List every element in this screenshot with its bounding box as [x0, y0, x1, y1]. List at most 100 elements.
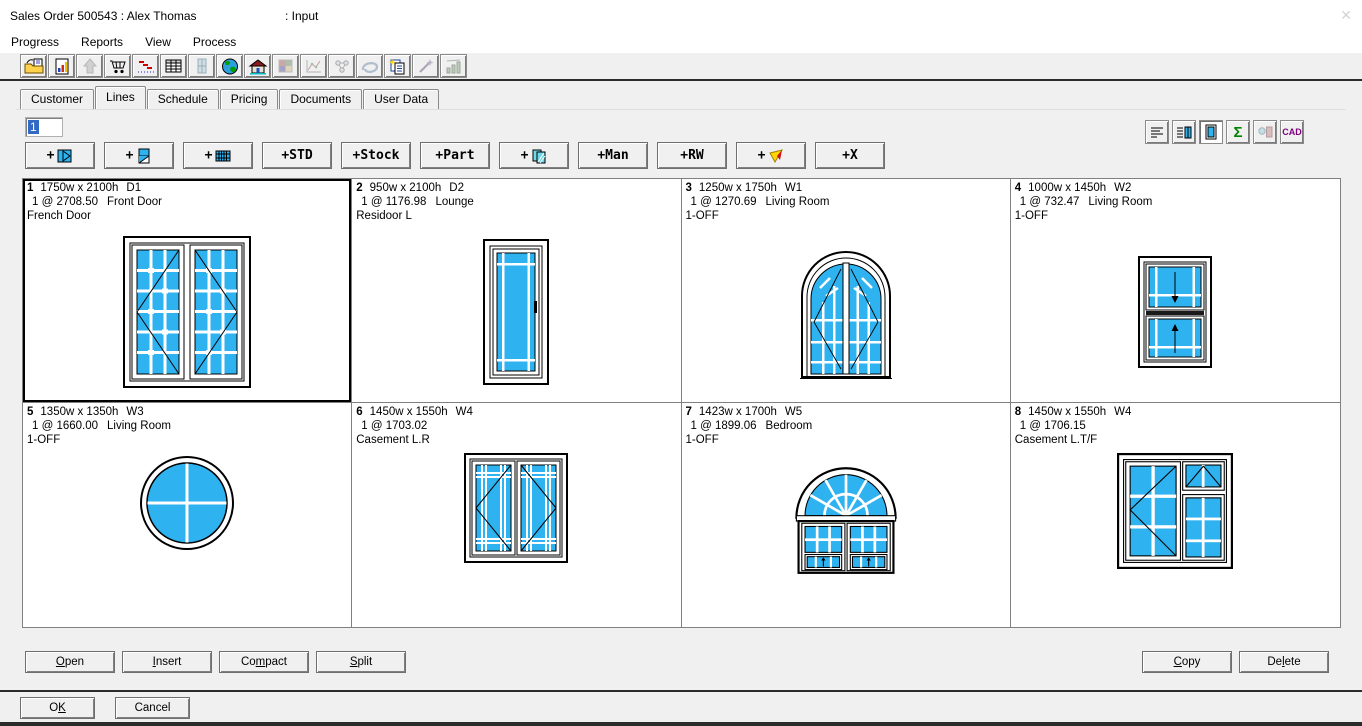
add-grille-button[interactable]: +: [183, 142, 253, 169]
line-cell-5[interactable]: 51350w x 1350hW3 1 @ 1660.00Living Room …: [23, 403, 352, 627]
shopping-cart-icon: [108, 58, 128, 75]
sum-sigma-button[interactable]: Σ: [1226, 120, 1250, 144]
list-with-preview-icon: [1175, 123, 1193, 141]
sigma-icon: Σ: [1233, 124, 1242, 141]
copy-document-button[interactable]: [384, 54, 411, 78]
line-cell-7[interactable]: 71423w x 1700hW5 1 @ 1899.06Bedroom 1-OF…: [682, 403, 1011, 627]
preview-only-icon: [1202, 123, 1220, 141]
menu-reports[interactable]: Reports: [70, 32, 134, 52]
insert-button[interactable]: Insert: [122, 651, 212, 673]
line-qty-price: 1 @ 732.47: [1020, 196, 1080, 208]
tab-lines[interactable]: Lines: [95, 86, 146, 109]
line-number-input[interactable]: 1: [25, 117, 63, 137]
copy-button[interactable]: Copy: [1142, 651, 1232, 673]
home-button[interactable]: [244, 54, 271, 78]
dialog-buttons: OK Cancel: [20, 697, 190, 719]
chart-export-button-disabled[interactable]: [440, 54, 467, 78]
line-actions-left: Open Insert Compact Split: [25, 651, 406, 673]
schedule-gantt-button[interactable]: [132, 54, 159, 78]
add-man-button[interactable]: +Man: [578, 142, 648, 169]
network-button-disabled[interactable]: [328, 54, 355, 78]
line-cell-8[interactable]: 81450w x 1550hW4 1 @ 1706.15 Casement L.…: [1011, 403, 1340, 627]
list-with-preview-view-button[interactable]: [1172, 120, 1196, 144]
line-cell-2[interactable]: 2950w x 2100hD2 1 @ 1176.98Lounge Resido…: [352, 179, 681, 403]
line-product: 1-OFF: [686, 209, 1006, 223]
cad-icon: CAD: [1282, 127, 1302, 137]
preview-only-view-button[interactable]: [1199, 120, 1223, 144]
delete-button[interactable]: Delete: [1239, 651, 1329, 673]
tab-user-data[interactable]: User Data: [363, 89, 439, 109]
french-door-drawing: [123, 236, 251, 388]
open-order-button[interactable]: [20, 54, 47, 78]
tab-schedule[interactable]: Schedule: [147, 89, 219, 109]
line-size: 1750w x 2100h: [40, 182, 118, 194]
line-location: Front Door: [107, 196, 162, 208]
pattern-button-disabled[interactable]: [272, 54, 299, 78]
wizard-icon: [416, 58, 436, 75]
tab-pricing[interactable]: Pricing: [220, 89, 279, 109]
cancel-button[interactable]: Cancel: [115, 697, 190, 719]
shopping-cart-button[interactable]: [104, 54, 131, 78]
line-ref: W5: [785, 406, 802, 418]
table-view-button[interactable]: [160, 54, 187, 78]
line-number: 3: [686, 182, 692, 194]
split-button[interactable]: Split: [316, 651, 406, 673]
graph-button-disabled[interactable]: [300, 54, 327, 78]
add-vertical-slider-button[interactable]: +: [104, 142, 174, 169]
casement-window-icon: [57, 148, 73, 164]
export-button-disabled[interactable]: [76, 54, 103, 78]
line-cell-4[interactable]: 41000w x 1450hW2 1 @ 732.47Living Room 1…: [1011, 179, 1340, 403]
wizard-button-disabled[interactable]: [412, 54, 439, 78]
arched-french-window-drawing: [798, 244, 894, 380]
add-part-button[interactable]: +Part: [420, 142, 490, 169]
vertical-slider-drawing: [1138, 256, 1212, 368]
open-order-icon: [24, 58, 44, 75]
line-qty-price: 1 @ 1176.98: [361, 196, 426, 208]
line-qty-price: 1 @ 1706.15: [1020, 420, 1086, 432]
line-ref: W2: [1114, 182, 1131, 194]
add-rw-button[interactable]: +RW: [657, 142, 727, 169]
line-product: Casement L.R: [356, 433, 676, 447]
text-list-view-button[interactable]: [1145, 120, 1169, 144]
line-size: 950w x 2100h: [370, 182, 442, 194]
chart-export-icon: [444, 58, 464, 75]
route-button-disabled[interactable]: [356, 54, 383, 78]
menu-process[interactable]: Process: [182, 32, 247, 52]
line-number: 1: [27, 182, 33, 194]
tab-strip: Customer Lines Schedule Pricing Document…: [20, 88, 440, 109]
line-location: Bedroom: [766, 420, 813, 432]
line-qty-price: 1 @ 1270.69: [691, 196, 757, 208]
line-number: 5: [27, 406, 33, 418]
close-icon[interactable]: ✕: [1340, 7, 1352, 24]
line-ref: W1: [785, 182, 802, 194]
toolbar: [0, 53, 1362, 79]
graph-icon: [304, 58, 324, 75]
menu-view[interactable]: View: [134, 32, 182, 52]
add-pointer-button[interactable]: +: [736, 142, 806, 169]
add-stock-button[interactable]: +Stock: [341, 142, 411, 169]
stats-button-disabled[interactable]: [1253, 120, 1277, 144]
line-location: Living Room: [107, 420, 171, 432]
line-number: 4: [1015, 182, 1021, 194]
line-cell-6[interactable]: 61450w x 1550hW4 1 @ 1703.02 Casement L.…: [352, 403, 681, 627]
ok-button[interactable]: OK: [20, 697, 95, 719]
compact-button[interactable]: Compact: [219, 651, 309, 673]
tab-customer[interactable]: Customer: [20, 89, 94, 109]
line-cell-3[interactable]: 31250w x 1750hW1 1 @ 1270.69Living Room …: [682, 179, 1011, 403]
open-button[interactable]: Open: [25, 651, 115, 673]
add-x-button[interactable]: +X: [815, 142, 885, 169]
line-ref: D1: [126, 182, 141, 194]
globe-button[interactable]: [216, 54, 243, 78]
menu-progress[interactable]: Progress: [0, 32, 70, 52]
line-product: Casement L.T/F: [1015, 433, 1336, 447]
tab-documents[interactable]: Documents: [279, 89, 362, 109]
vertical-slider-icon: [136, 148, 152, 164]
frame-design-button-disabled[interactable]: [188, 54, 215, 78]
report-chart-button[interactable]: [48, 54, 75, 78]
line-qty-price: 1 @ 1703.02: [361, 420, 427, 432]
add-copy-frames-button[interactable]: +: [499, 142, 569, 169]
add-casement-window-button[interactable]: +: [25, 142, 95, 169]
line-cell-1[interactable]: 11750w x 2100hD1 1 @ 2708.50Front Door F…: [23, 179, 352, 403]
cad-button[interactable]: CAD: [1280, 120, 1304, 144]
add-std-button[interactable]: +STD: [262, 142, 332, 169]
